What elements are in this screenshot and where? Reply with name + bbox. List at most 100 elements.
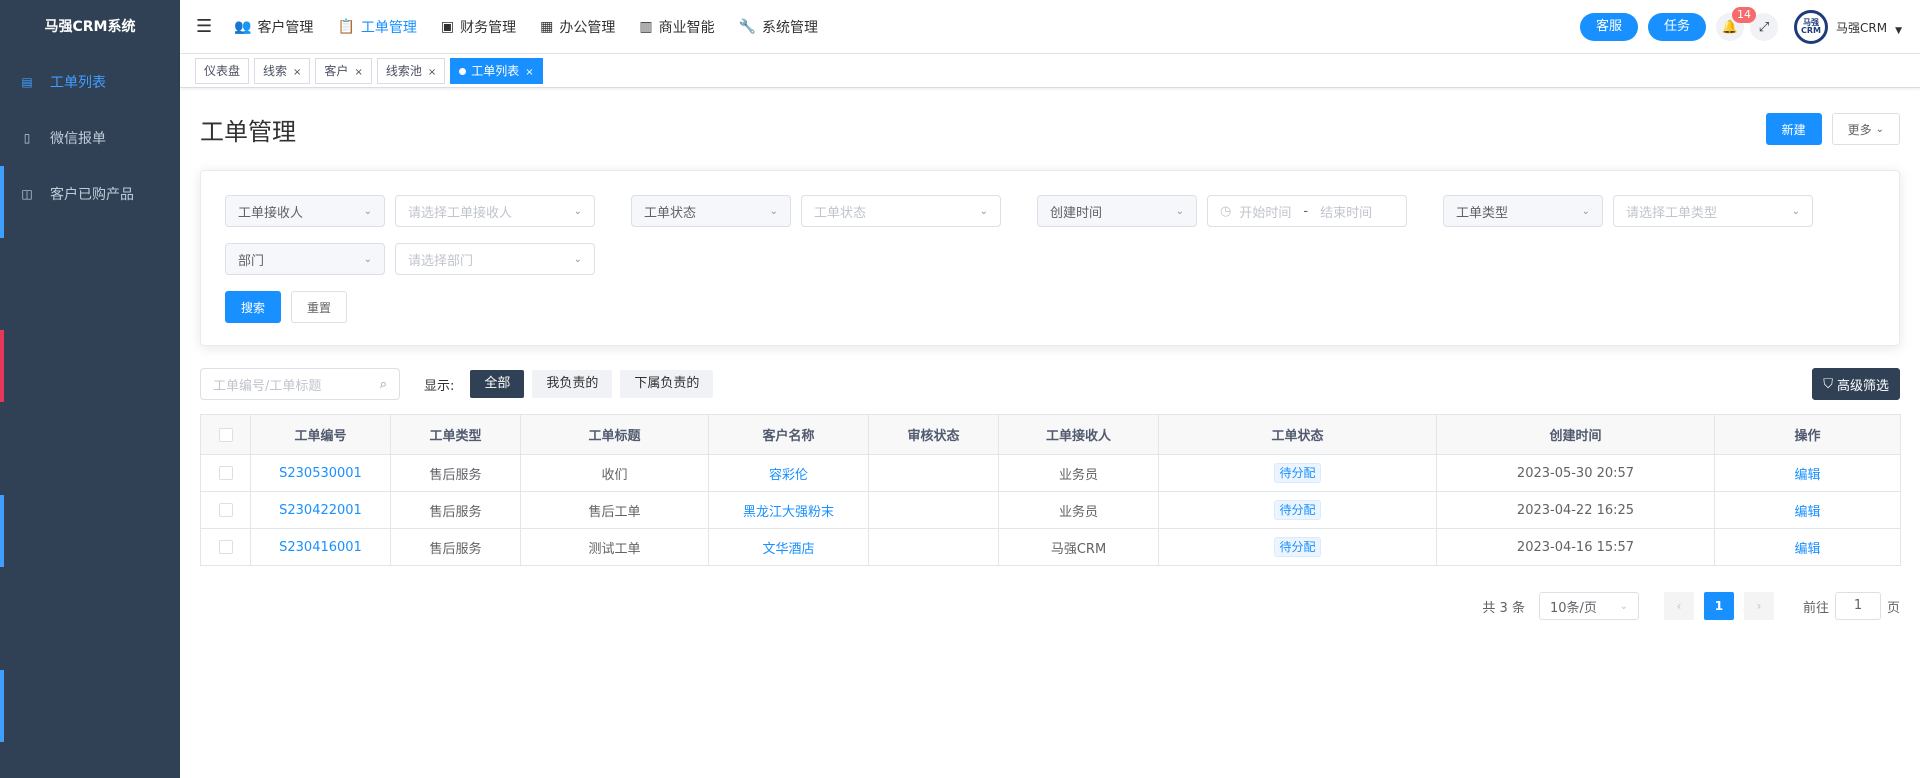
close-icon[interactable]: × bbox=[525, 67, 533, 78]
user-name[interactable]: 马强CRM bbox=[1836, 19, 1887, 36]
notification-button[interactable]: 🔔 14 bbox=[1716, 7, 1756, 41]
nav-office-management[interactable]: ▦ 办公管理 bbox=[528, 17, 627, 37]
column-header[interactable]: 工单类型 bbox=[390, 414, 521, 455]
sidebar-item-wechat-report[interactable]: ▯ 微信报单 bbox=[0, 110, 180, 166]
order-id-link[interactable]: S230422001 bbox=[279, 503, 362, 518]
order-search-input[interactable]: 工单编号/工单标题 ⌕ bbox=[200, 368, 400, 400]
table-row[interactable]: S230422001 售后服务 售后工单 黑龙江大强粉末 业务员 待分配 202… bbox=[200, 491, 1901, 529]
prev-page-button[interactable]: ‹ bbox=[1663, 592, 1694, 620]
customer-link[interactable]: 黑龙江大强粉末 bbox=[743, 505, 834, 520]
customer-link[interactable]: 容彩伦 bbox=[769, 468, 808, 483]
created-time-filter-field[interactable]: 创建时间 ⌄ bbox=[1037, 195, 1197, 227]
nav-work-order-management[interactable]: 📋 工单管理 bbox=[325, 17, 428, 37]
customer-cell: 文华酒店 bbox=[708, 528, 869, 566]
customer-service-button[interactable]: 客服 bbox=[1579, 13, 1638, 41]
tag-dashboard[interactable]: 仪表盘 bbox=[195, 57, 250, 84]
row-checkbox[interactable] bbox=[218, 540, 233, 554]
sidebar-item-label: 微信报单 bbox=[50, 131, 106, 147]
select-all-checkbox[interactable] bbox=[218, 427, 233, 442]
more-button[interactable]: 更多 ⌄ bbox=[1831, 113, 1900, 145]
edit-link[interactable]: 编辑 bbox=[1794, 468, 1820, 483]
column-header[interactable]: 创建时间 bbox=[1436, 414, 1715, 455]
chevron-down-icon: ⌄ bbox=[979, 205, 988, 217]
nav-label: 办公管理 bbox=[559, 19, 616, 36]
avatar[interactable]: 马强CRM bbox=[1794, 10, 1828, 44]
order-title-cell: 测试工单 bbox=[520, 528, 709, 566]
page-size-select[interactable]: 10条/页 ⌄ bbox=[1538, 592, 1639, 620]
total-count: 共 3 条 bbox=[1482, 600, 1525, 616]
chevron-down-icon: ⌄ bbox=[363, 205, 372, 217]
close-icon[interactable]: × bbox=[428, 67, 436, 78]
close-icon[interactable]: × bbox=[354, 67, 362, 78]
nav-finance-management[interactable]: ▣ 财务管理 bbox=[429, 17, 528, 37]
edit-link[interactable]: 编辑 bbox=[1794, 505, 1820, 520]
audit-status-cell bbox=[868, 528, 999, 566]
sidebar-item-purchased-products[interactable]: ◫ 客户已购产品 bbox=[0, 166, 180, 222]
tag-work-order-list[interactable]: 工单列表 × bbox=[450, 57, 543, 84]
type-select[interactable]: 请选择工单类型 ⌄ bbox=[1613, 195, 1813, 227]
advanced-filter-label: 高级筛选 bbox=[1836, 378, 1889, 394]
tag-lead-pool[interactable]: 线索池 × bbox=[376, 57, 446, 84]
pagination: 共 3 条 10条/页 ⌄ ‹ 1 › 前往 1 页 bbox=[200, 592, 1900, 620]
sidebar-item-work-order-list[interactable]: ▤ 工单列表 bbox=[0, 54, 180, 110]
type-filter-field[interactable]: 工单类型 ⌄ bbox=[1443, 195, 1603, 227]
date-range-picker[interactable]: ◷ 开始时间 - 结束时间 bbox=[1207, 195, 1407, 227]
table-row[interactable]: S230416001 售后服务 测试工单 文华酒店 马强CRM 待分配 2023… bbox=[200, 528, 1901, 566]
column-header[interactable]: 工单编号 bbox=[250, 414, 391, 455]
status-badge: 待分配 bbox=[1274, 463, 1321, 483]
edit-link[interactable]: 编辑 bbox=[1794, 542, 1820, 557]
order-id-link[interactable]: S230416001 bbox=[279, 540, 362, 555]
nav-customer-management[interactable]: 👥 客户管理 bbox=[222, 17, 325, 37]
sidebar-accent-bar bbox=[0, 330, 4, 402]
next-page-button[interactable]: › bbox=[1743, 592, 1774, 620]
tag-label: 工单列表 bbox=[471, 63, 520, 78]
caret-down-icon[interactable]: ▼ bbox=[1895, 26, 1902, 36]
segment-mine[interactable]: 我负责的 bbox=[532, 370, 613, 398]
column-header[interactable]: 工单状态 bbox=[1158, 414, 1437, 455]
column-header[interactable]: 工单接收人 bbox=[998, 414, 1159, 455]
reset-button[interactable]: 重置 bbox=[291, 291, 347, 323]
tag-leads[interactable]: 线索 × bbox=[254, 57, 311, 84]
chevron-right-icon: › bbox=[1756, 599, 1762, 613]
table-row[interactable]: S230530001 售后服务 收们 容彩伦 业务员 待分配 2023-05-3… bbox=[200, 454, 1901, 492]
tag-customers[interactable]: 客户 × bbox=[315, 57, 372, 84]
receiver-select[interactable]: 请选择工单接收人 ⌄ bbox=[395, 195, 595, 227]
status-filter-field[interactable]: 工单状态 ⌄ bbox=[631, 195, 791, 227]
nav-system-management[interactable]: 🔧 系统管理 bbox=[727, 17, 830, 37]
box-icon: ◫ bbox=[21, 187, 33, 201]
department-filter-field[interactable]: 部门 ⌄ bbox=[225, 243, 385, 275]
row-checkbox[interactable] bbox=[218, 503, 233, 517]
status-select[interactable]: 工单状态 ⌄ bbox=[801, 195, 1001, 227]
column-header[interactable]: 客户名称 bbox=[708, 414, 869, 455]
column-header[interactable]: 审核状态 bbox=[868, 414, 999, 455]
close-icon[interactable]: × bbox=[293, 67, 301, 78]
task-button[interactable]: 任务 bbox=[1647, 13, 1706, 41]
table-toolbar: 工单编号/工单标题 ⌕ 显示: 全部 我负责的 下属负责的 ⛉ 高级筛选 bbox=[200, 368, 1900, 400]
column-header[interactable]: 工单标题 bbox=[520, 414, 709, 455]
goto-page-input[interactable]: 1 bbox=[1834, 592, 1881, 620]
search-button[interactable]: 搜索 bbox=[225, 291, 281, 323]
new-button[interactable]: 新建 bbox=[1765, 113, 1822, 145]
nav-business-intelligence[interactable]: ▥ 商业智能 bbox=[627, 17, 726, 37]
department-select[interactable]: 请选择部门 ⌄ bbox=[395, 243, 595, 275]
row-checkbox[interactable] bbox=[218, 466, 233, 480]
order-id-link[interactable]: S230530001 bbox=[279, 466, 362, 481]
receiver-filter-field[interactable]: 工单接收人 ⌄ bbox=[225, 195, 385, 227]
more-label: 更多 bbox=[1847, 122, 1872, 137]
audit-status-cell bbox=[868, 454, 999, 492]
search-icon[interactable]: ⌕ bbox=[380, 377, 387, 392]
page-number-button[interactable]: 1 bbox=[1703, 592, 1734, 620]
select-placeholder: 请选择工单接收人 bbox=[408, 205, 513, 221]
advanced-filter-button[interactable]: ⛉ 高级筛选 bbox=[1812, 368, 1900, 400]
nav-label: 工单管理 bbox=[360, 19, 417, 36]
chevron-down-icon: ⌄ bbox=[1175, 205, 1184, 217]
goto-label: 前往 bbox=[1802, 600, 1829, 616]
sidebar-accent-bar bbox=[0, 495, 4, 567]
wrench-icon: 🔧 bbox=[738, 18, 757, 35]
customer-link[interactable]: 文华酒店 bbox=[762, 542, 814, 557]
top-navbar: ☰ 👥 客户管理 📋 工单管理 ▣ 财务管理 ▦ 办公管理 ▥ 商业智能 🔧 系统管理 客服… bbox=[180, 0, 1920, 54]
top-nav-menu: 👥 客户管理 📋 工单管理 ▣ 财务管理 ▦ 办公管理 ▥ 商业智能 🔧 系统管理 bbox=[222, 0, 830, 54]
hamburger-icon[interactable]: ☰ bbox=[196, 16, 212, 37]
segment-all[interactable]: 全部 bbox=[470, 370, 525, 398]
segment-subordinates[interactable]: 下属负责的 bbox=[620, 370, 714, 398]
